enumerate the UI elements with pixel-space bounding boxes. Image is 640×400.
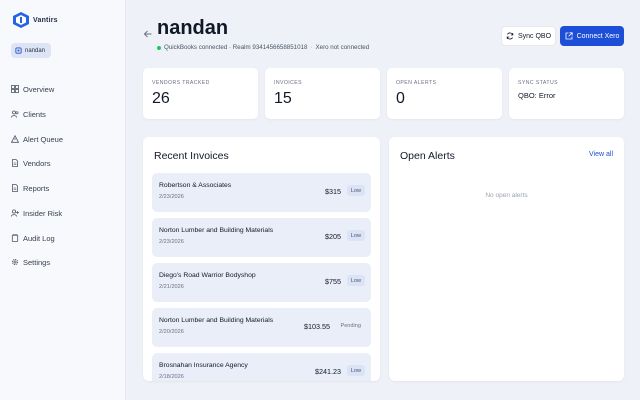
gear-icon: [11, 258, 19, 266]
stat-label: SYNC STATUS: [518, 80, 558, 86]
stat-label: VENDORS TRACKED: [152, 80, 210, 86]
sidebar-item-label: Reports: [23, 183, 50, 193]
invoice-date: 2/23/2026: [159, 194, 184, 200]
invoice-row[interactable]: Robertson & Associates 2/23/2026 $315 Lo…: [152, 173, 371, 212]
invoice-row[interactable]: Brosnahan Insurance Agency 2/18/2026 $24…: [152, 353, 371, 381]
stat-label: OPEN ALERTS: [396, 80, 437, 86]
status-dot-icon: [157, 45, 161, 50]
clipboard-icon: [11, 234, 19, 242]
invoice-vendor: Brosnahan Insurance Agency: [159, 362, 248, 369]
invoice-vendor: Norton Lumber and Building Materials: [159, 227, 274, 234]
sidebar-item-clients[interactable]: Clients: [11, 107, 115, 121]
invoice-date: 2/20/2026: [159, 329, 184, 335]
sidebar-item-overview[interactable]: Overview: [11, 82, 115, 96]
empty-state: No open alerts: [485, 192, 528, 199]
refresh-icon: [506, 32, 514, 40]
qbo-status: QuickBooks connected · Realm 93414566588…: [164, 44, 308, 51]
invoice-amount: $315: [325, 187, 341, 196]
external-link-icon: [565, 32, 573, 40]
invoice-amount: $755: [325, 277, 341, 286]
recent-invoices-panel: Recent Invoices Robertson & Associates 2…: [143, 137, 380, 381]
invoice-vendor: Diego's Road Warrior Bodyshop: [159, 272, 256, 279]
back-arrow-icon[interactable]: [143, 29, 153, 39]
invoice-date: 2/21/2026: [159, 284, 184, 290]
connect-xero-label: Connect Xero: [576, 32, 620, 40]
main-content: nandan QuickBooks connected · Realm 9341…: [126, 0, 640, 400]
building-icon: [15, 47, 22, 54]
invoice-row[interactable]: Diego's Road Warrior Bodyshop 2/21/2026 …: [152, 263, 371, 302]
stat-value: 26: [152, 90, 170, 107]
grid-icon: [11, 85, 19, 93]
invoice-date: 2/18/2026: [159, 374, 184, 380]
stat-value: 0: [396, 90, 405, 107]
stat-card-open-alerts: OPEN ALERTS 0: [387, 68, 502, 119]
sidebar-item-insider-risk[interactable]: Insider Risk: [11, 206, 115, 220]
status-badge: Low: [346, 185, 365, 196]
view-all-link[interactable]: View all: [589, 151, 613, 158]
users-icon: [11, 110, 19, 118]
xero-status: Xero not connected: [315, 44, 370, 51]
brand-name: Vantirs: [33, 16, 58, 24]
invoice-vendor: Norton Lumber and Building Materials: [159, 317, 274, 324]
page-title: nandan: [157, 17, 229, 39]
document-icon: [12, 184, 18, 192]
sidebar: Vantirs nandan Overview Clients Alert Qu…: [0, 0, 126, 400]
sidebar-item-audit-log[interactable]: Audit Log: [11, 231, 115, 245]
open-alerts-panel: Open Alerts View all No open alerts: [389, 137, 624, 381]
alert-triangle-icon: [11, 135, 19, 143]
invoice-date: 2/23/2026: [159, 239, 184, 245]
status-badge: Low: [346, 365, 365, 376]
status-badge: Low: [346, 275, 365, 286]
sync-qbo-button[interactable]: Sync QBO: [501, 26, 556, 46]
status-badge: Low: [346, 230, 365, 241]
sidebar-item-settings[interactable]: Settings: [11, 255, 115, 269]
stat-value: QBO: Error: [518, 91, 556, 100]
invoice-amount: $205: [325, 232, 341, 241]
sidebar-item-label: Insider Risk: [23, 208, 63, 218]
panel-title: Recent Invoices: [154, 150, 229, 162]
stat-card-invoices: INVOICES 15: [265, 68, 380, 119]
invoice-amount: $241.23: [315, 367, 341, 376]
status-separator: ·: [310, 44, 313, 51]
sidebar-item-label: Vendors: [23, 158, 51, 168]
sidebar-item-label: Settings: [23, 257, 51, 267]
sidebar-item-label: Audit Log: [23, 233, 55, 243]
sidebar-item-alert-queue[interactable]: Alert Queue: [11, 132, 115, 146]
sidebar-item-label: Alert Queue: [23, 134, 64, 144]
invoice-row[interactable]: Norton Lumber and Building Materials 2/2…: [152, 218, 371, 257]
document-icon: [12, 159, 18, 167]
stat-card-vendors: VENDORS TRACKED 26: [143, 68, 258, 119]
sidebar-item-vendors[interactable]: Vendors: [11, 156, 115, 170]
connection-status: QuickBooks connected · Realm 93414566588…: [157, 44, 369, 51]
stat-card-sync-status: SYNC STATUS QBO: Error: [509, 68, 624, 119]
user-plus-icon: [11, 209, 19, 217]
panel-title: Open Alerts: [400, 150, 455, 162]
brand[interactable]: Vantirs: [11, 11, 58, 29]
invoice-row[interactable]: Norton Lumber and Building Materials 2/2…: [152, 308, 371, 347]
sync-qbo-label: Sync QBO: [517, 32, 552, 40]
sidebar-item-label: Overview: [23, 84, 55, 94]
logo-icon: [13, 12, 29, 28]
invoice-amount: $103.55: [304, 322, 330, 331]
status-badge: Pending: [340, 322, 361, 329]
stat-value: 15: [274, 90, 292, 107]
sidebar-item-reports[interactable]: Reports: [11, 181, 115, 195]
user-chip[interactable]: nandan: [11, 43, 52, 58]
connect-xero-button[interactable]: Connect Xero: [560, 26, 624, 46]
user-chip-label: nandan: [25, 47, 46, 54]
invoice-vendor: Robertson & Associates: [159, 182, 232, 189]
sidebar-item-label: Clients: [23, 109, 46, 119]
stat-label: INVOICES: [274, 80, 302, 86]
